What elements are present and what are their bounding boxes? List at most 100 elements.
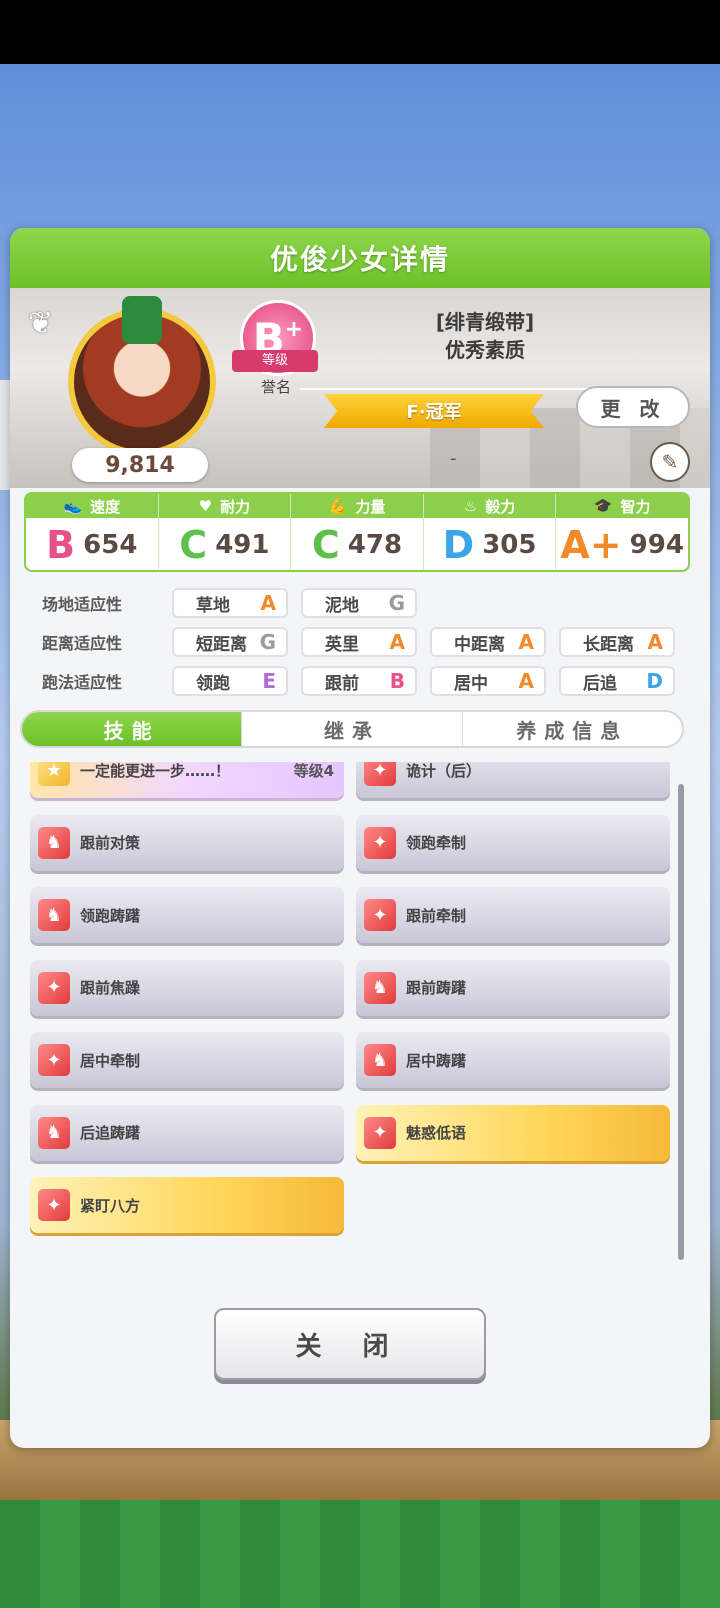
skill-name: 居中牵制 <box>80 1051 141 1070</box>
change-title-button[interactable]: 更 改 <box>576 386 690 428</box>
sparkle-icon: ✦ <box>38 971 70 1004</box>
aptitude-cell: 短距离 G <box>172 627 288 657</box>
aptitude-cell: 中距离 A <box>430 627 546 657</box>
sparkle-icon: ✦ <box>364 1116 396 1149</box>
stat-label: 耐力 <box>220 497 251 516</box>
aptitude-label: 跑法适应性 <box>42 673 123 692</box>
stats-table: 👟 速度 B 654 ♥ 耐力 C 491 💪 力量 C 478 ♨ 毅力 D … <box>24 492 690 572</box>
aptitude-grade: A <box>389 630 405 654</box>
tab-inherit[interactable]: 继承 <box>242 712 463 746</box>
stat-grade: A+ <box>560 523 622 567</box>
skill-name: 一定能更进一步……！ <box>80 762 231 780</box>
stat-label: 毅力 <box>485 497 516 516</box>
aptitude-name: 居中 <box>454 673 488 694</box>
aptitude-name: 草地 <box>196 595 230 616</box>
skill-card[interactable]: ✦ 紧盯八方 <box>30 1177 344 1233</box>
panel-title: 优俊少女详情 <box>10 228 710 288</box>
stat-label: 智力 <box>620 497 651 516</box>
aptitude-grade: B <box>389 669 405 693</box>
carrot-icon: ❦ <box>28 306 54 341</box>
skill-card[interactable]: ✦ 领跑牵制 <box>356 814 670 871</box>
skill-name: 紧盯八方 <box>80 1196 141 1215</box>
skill-card[interactable]: ✦ 跟前焦躁 <box>30 959 344 1016</box>
rank-ribbon: 等级 <box>232 350 318 372</box>
score-value: 9,814 <box>72 448 208 482</box>
stat-body: A+ 994 <box>556 518 688 570</box>
stat-value: 654 <box>83 530 138 560</box>
aptitude-label: 场地适应性 <box>42 595 123 614</box>
stat-0: 👟 速度 B 654 <box>26 494 159 570</box>
skill-card[interactable]: ♞ 居中踌躇 <box>356 1032 670 1088</box>
sparkle-icon: ✦ <box>38 1044 70 1076</box>
tab-skills[interactable]: 技能 <box>22 712 243 746</box>
skill-card[interactable]: ✦ 诡计（后） <box>356 762 670 798</box>
stat-body: C 478 <box>291 518 423 570</box>
pencil-icon: ✎ <box>661 450 679 474</box>
tab-training-info[interactable]: 养成信息 <box>463 712 682 746</box>
horse-icon: ♞ <box>38 826 70 859</box>
stat-header: 💪 力量 <box>291 494 423 518</box>
stat-value: 994 <box>629 530 684 560</box>
horse-icon: ♞ <box>364 1044 396 1076</box>
aptitude-cell: 长距离 A <box>559 627 675 657</box>
skill-card[interactable]: ♞ 领跑踌躇 <box>30 887 344 943</box>
skill-card[interactable]: ✦ 居中牵制 <box>30 1032 344 1088</box>
aptitude-cell: 泥地 G <box>301 588 417 618</box>
arm-icon: 💪 <box>328 497 348 515</box>
skill-card[interactable]: ✦ 跟前牵制 <box>356 887 670 943</box>
skill-name: 跟前牵制 <box>406 906 467 925</box>
stat-2: 💪 力量 C 478 <box>291 494 424 570</box>
epithet: [绯青缎带] 优秀素质 <box>370 308 600 364</box>
aptitude-name: 跟前 <box>325 673 359 694</box>
skill-name: 领跑牵制 <box>406 834 467 852</box>
skill-list: ★ 一定能更进一步……！ 等级4 ✦ 诡计（后） ♞ 跟前对策 ✦ 领跑牵制 ♞ … <box>16 762 696 1272</box>
stat-3: ♨ 毅力 D 305 <box>423 494 557 570</box>
skill-card[interactable]: ✦ 魅惑低语 <box>356 1104 670 1161</box>
stat-header: 👟 速度 <box>26 494 158 518</box>
aptitude-grade: G <box>388 591 405 615</box>
aptitude-grade: E <box>262 669 276 693</box>
horse-icon: ♞ <box>38 1116 70 1149</box>
stat-1: ♥ 耐力 C 491 <box>158 494 292 570</box>
skill-card[interactable]: ♞ 跟前踌躇 <box>356 959 670 1016</box>
aptitude-name: 后追 <box>583 673 617 694</box>
aptitude-name: 泥地 <box>325 595 359 616</box>
rank-subtitle: 誉名 <box>260 378 291 396</box>
divider <box>300 388 590 390</box>
stat-body: B 654 <box>26 518 158 570</box>
star-icon: ★ <box>38 762 70 786</box>
aptitude-cell: 草地 A <box>172 588 288 618</box>
skill-name: 居中踌躇 <box>406 1051 467 1070</box>
aptitude-cell: 英里 A <box>301 627 417 657</box>
aptitude-cell: 领跑 E <box>172 666 288 696</box>
skill-name: 后追踌躇 <box>80 1124 141 1142</box>
aptitude-row: 跑法适应性 领跑 E 跟前 B 居中 A 后追 D <box>24 662 704 700</box>
skill-name: 魅惑低语 <box>406 1124 467 1142</box>
aptitude-table: 场地适应性 草地 A 泥地 G 距离适应性 短距离 G 英里 A 中距离 A 长距… <box>24 584 704 701</box>
skill-card[interactable]: ♞ 后追踌躇 <box>30 1104 344 1161</box>
stat-body: D 305 <box>424 518 556 570</box>
skill-name: 领跑踌躇 <box>80 906 141 925</box>
aptitude-row: 距离适应性 短距离 G 英里 A 中距离 A 长距离 A <box>24 623 704 661</box>
aptitude-grade: A <box>518 669 534 693</box>
aptitude-grade: D <box>646 669 663 693</box>
horse-icon: ♞ <box>364 971 396 1004</box>
profile-header: ❦ 9,814 B + 等级 誉名 [绯青缎带] 优秀素质 F·冠军 更 改 - … <box>10 288 710 488</box>
close-button[interactable]: 关 闭 <box>214 1308 486 1380</box>
aptitude-cell: 跟前 B <box>301 666 417 696</box>
aptitude-grade: A <box>260 591 276 615</box>
skill-level: 等级4 <box>293 762 334 780</box>
detail-panel: 优俊少女详情 ❦ 9,814 B + 等级 誉名 [绯青缎带] 优秀素质 F·冠军… <box>10 228 710 1448</box>
skill-card[interactable]: ★ 一定能更进一步……！ 等级4 <box>30 762 344 798</box>
sparkle-icon: ✦ <box>364 899 396 931</box>
ribbon-accessory <box>122 296 162 344</box>
stat-value: 305 <box>482 530 537 560</box>
aptitude-cell: 居中 A <box>430 666 546 696</box>
sparkle-icon: ✦ <box>364 762 396 786</box>
aptitude-name: 中距离 <box>454 634 505 655</box>
background-grass <box>0 1500 720 1608</box>
flame-icon: ♨ <box>463 497 478 515</box>
skill-card[interactable]: ♞ 跟前对策 <box>30 814 344 871</box>
skill-scrollbar[interactable] <box>678 784 684 1260</box>
edit-button[interactable]: ✎ <box>650 442 690 482</box>
